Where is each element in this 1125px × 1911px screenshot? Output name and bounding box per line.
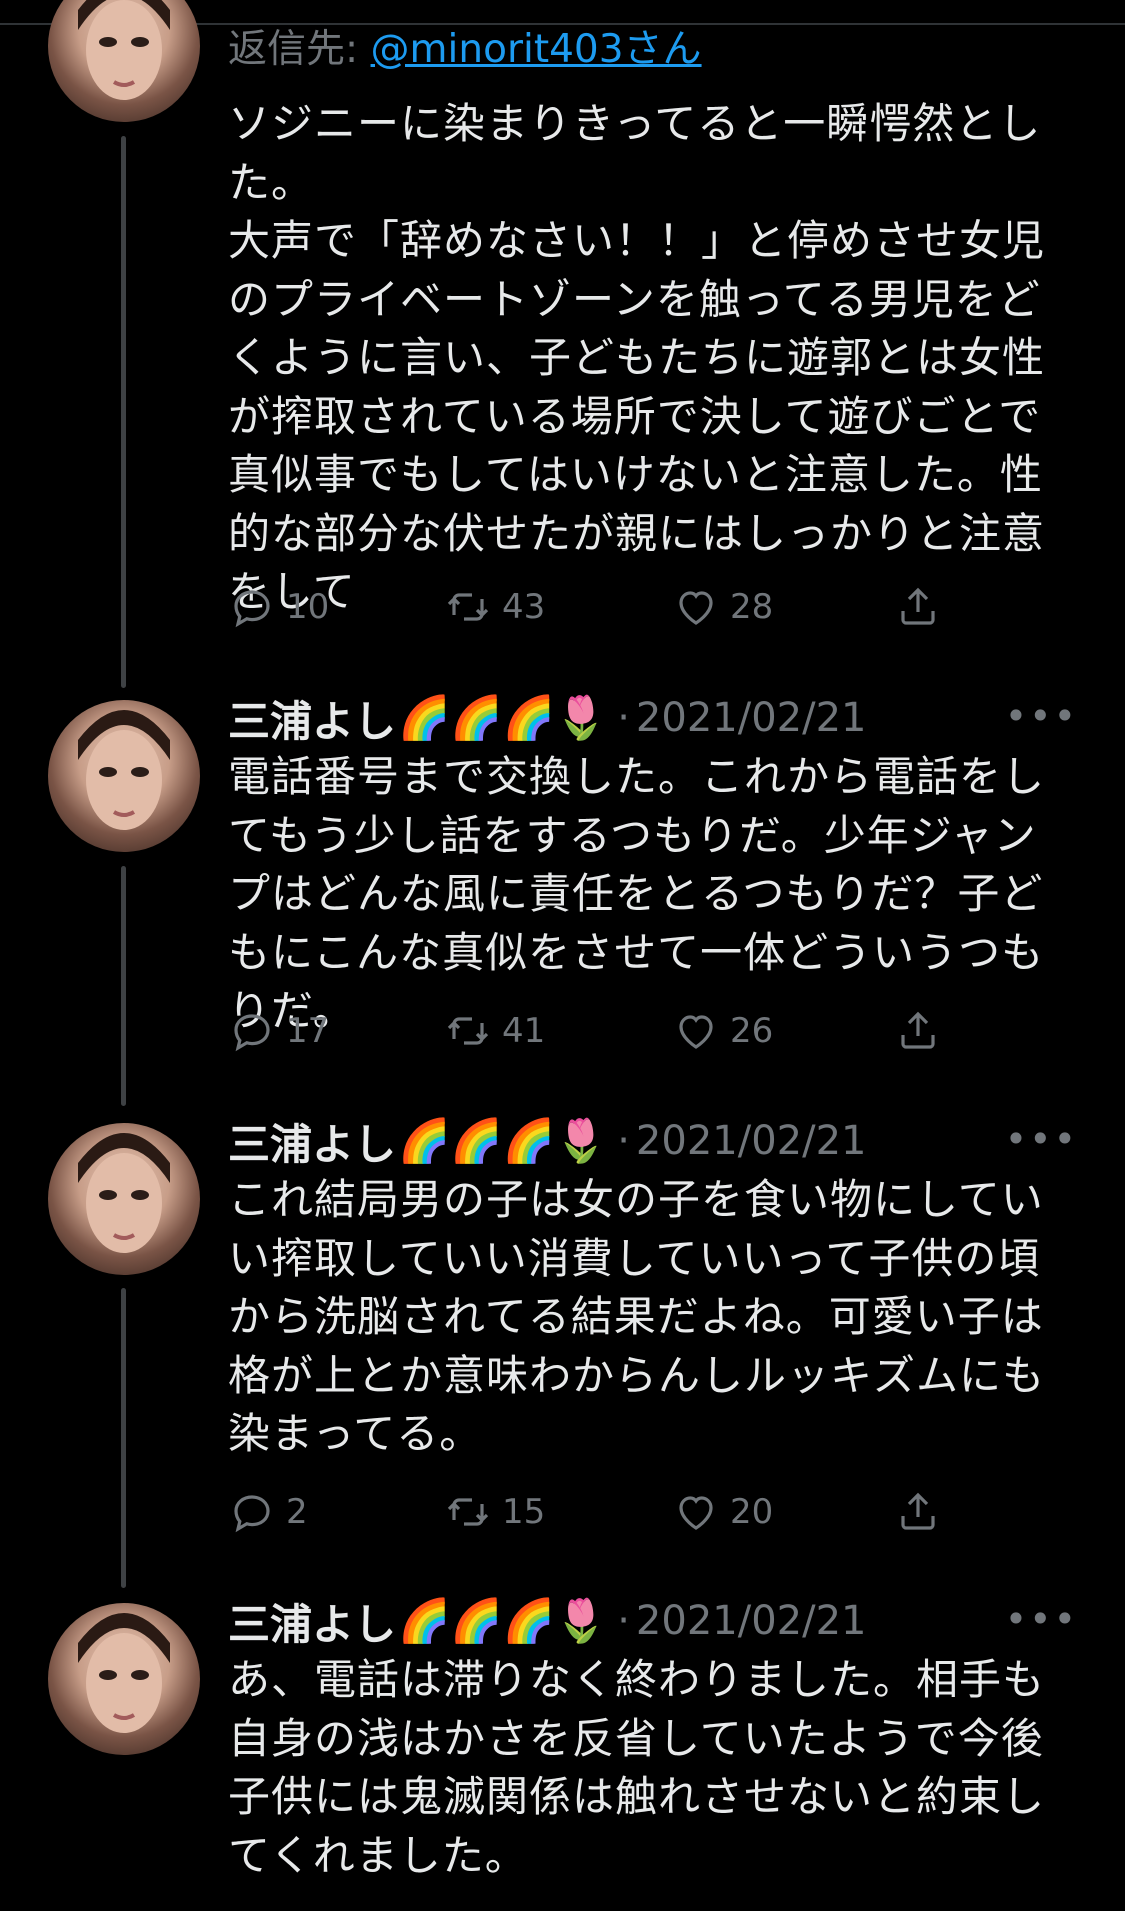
tweet-actions: 17 41 26: [228, 1004, 948, 1058]
share-icon: [894, 1488, 942, 1536]
share-icon: [894, 1007, 942, 1055]
retweet-count: 41: [502, 1011, 546, 1051]
retweet-count: 15: [502, 1492, 546, 1532]
reply-icon: [228, 1488, 276, 1536]
author-emojis: 🌈🌈🌈🌷: [398, 1596, 608, 1645]
like-button[interactable]: 26: [672, 1004, 773, 1058]
avatar-portrait: [78, 1133, 170, 1253]
heart-icon: [672, 1488, 720, 1536]
like-button[interactable]: 20: [672, 1485, 773, 1539]
heart-icon: [672, 583, 720, 631]
retweet-count: 43: [502, 587, 546, 627]
tweet-date[interactable]: 2021/02/21: [636, 1118, 867, 1164]
tweet-text: あ、電話は滞りなく終わりました。相手も自身の浅はかさを反省していたようで今後子供…: [228, 1655, 1046, 1880]
avatar-portrait: [78, 1613, 170, 1733]
thread-line: [121, 866, 126, 1106]
more-icon[interactable]: •••: [1005, 1117, 1078, 1161]
thread-line: [121, 1288, 126, 1588]
like-count: 28: [730, 587, 774, 627]
avatar-portrait: [78, 0, 170, 100]
retweet-icon: [444, 583, 492, 631]
tweet-header: 三浦よし 🌈🌈🌈🌷 · 2021/02/21 •••: [228, 1591, 1078, 1651]
reply-count: 2: [286, 1492, 308, 1532]
avatar[interactable]: [48, 700, 200, 852]
author-emojis: 🌈🌈🌈🌷: [398, 693, 608, 742]
tweet-header: 三浦よし 🌈🌈🌈🌷 · 2021/02/21 •••: [228, 1111, 1078, 1171]
author-name[interactable]: 三浦よし: [228, 1591, 396, 1652]
author-name[interactable]: 三浦よし: [228, 1111, 396, 1172]
reply-handle-link[interactable]: @minorit403さん: [371, 27, 702, 72]
author-emojis: 🌈🌈🌈🌷: [398, 1116, 608, 1165]
tweet[interactable]: 三浦よし 🌈🌈🌈🌷 · 2021/02/21 ••• これ結局男の子は女の子を食…: [228, 1111, 1078, 1464]
tweet[interactable]: 三浦よし 🌈🌈🌈🌷 · 2021/02/21 ••• 電話番号まで交換した。これ…: [228, 688, 1078, 1041]
author-name[interactable]: 三浦よし: [228, 688, 396, 749]
retweet-button[interactable]: 15: [444, 1485, 545, 1539]
avatar[interactable]: [48, 1123, 200, 1275]
reply-context: 返信先: @minorit403さん: [228, 22, 702, 78]
like-count: 26: [730, 1011, 774, 1051]
separator: ·: [617, 1598, 630, 1644]
reply-icon: [228, 1007, 276, 1055]
retweet-button[interactable]: 41: [444, 1004, 545, 1058]
share-button[interactable]: [894, 580, 942, 634]
retweet-icon: [444, 1488, 492, 1536]
avatar[interactable]: [48, 1603, 200, 1755]
tweet[interactable]: 三浦よし 🌈🌈🌈🌷 · 2021/02/21 ••• あ、電話は滞りなく終わりま…: [228, 1591, 1078, 1885]
share-icon: [894, 583, 942, 631]
tweet-date[interactable]: 2021/02/21: [636, 695, 867, 741]
separator: ·: [617, 695, 630, 741]
like-button[interactable]: 28: [672, 580, 773, 634]
separator: ·: [617, 1118, 630, 1164]
reply-button[interactable]: 2: [228, 1485, 308, 1539]
like-count: 20: [730, 1492, 774, 1532]
heart-icon: [672, 1007, 720, 1055]
reply-button[interactable]: 17: [228, 1004, 329, 1058]
tweet-date[interactable]: 2021/02/21: [636, 1598, 867, 1644]
share-button[interactable]: [894, 1004, 942, 1058]
retweet-button[interactable]: 43: [444, 580, 545, 634]
tweet-text: ソジニーに染まりきってると一瞬愕然とした。 大声で「辞めなさい！！」と停めさせ女…: [228, 99, 1046, 616]
share-button[interactable]: [894, 1485, 942, 1539]
avatar[interactable]: [48, 0, 200, 122]
reply-prefix: 返信先:: [228, 27, 371, 72]
avatar-portrait: [78, 710, 170, 830]
tweet-actions: 2 15 20: [228, 1485, 948, 1539]
more-icon[interactable]: •••: [1005, 694, 1078, 738]
reply-icon: [228, 583, 276, 631]
tweet-header: 三浦よし 🌈🌈🌈🌷 · 2021/02/21 •••: [228, 688, 1078, 748]
more-icon[interactable]: •••: [1005, 1597, 1078, 1641]
retweet-icon: [444, 1007, 492, 1055]
reply-count: 17: [286, 1011, 330, 1051]
tweet[interactable]: ソジニーに染まりきってると一瞬愕然とした。 大声で「辞めなさい！！」と停めさせ女…: [228, 95, 1078, 622]
thread-line: [121, 136, 126, 688]
tweet-actions: 10 43 28: [228, 580, 948, 634]
tweet-text: これ結局男の子は女の子を食い物にしていい搾取していい消費していいって子供の頃から…: [228, 1175, 1046, 1458]
reply-count: 10: [286, 587, 330, 627]
tweet-text: 電話番号まで交換した。これから電話をしてもう少し話をするつもりだ。少年ジャンプは…: [228, 752, 1046, 1035]
reply-button[interactable]: 10: [228, 580, 329, 634]
